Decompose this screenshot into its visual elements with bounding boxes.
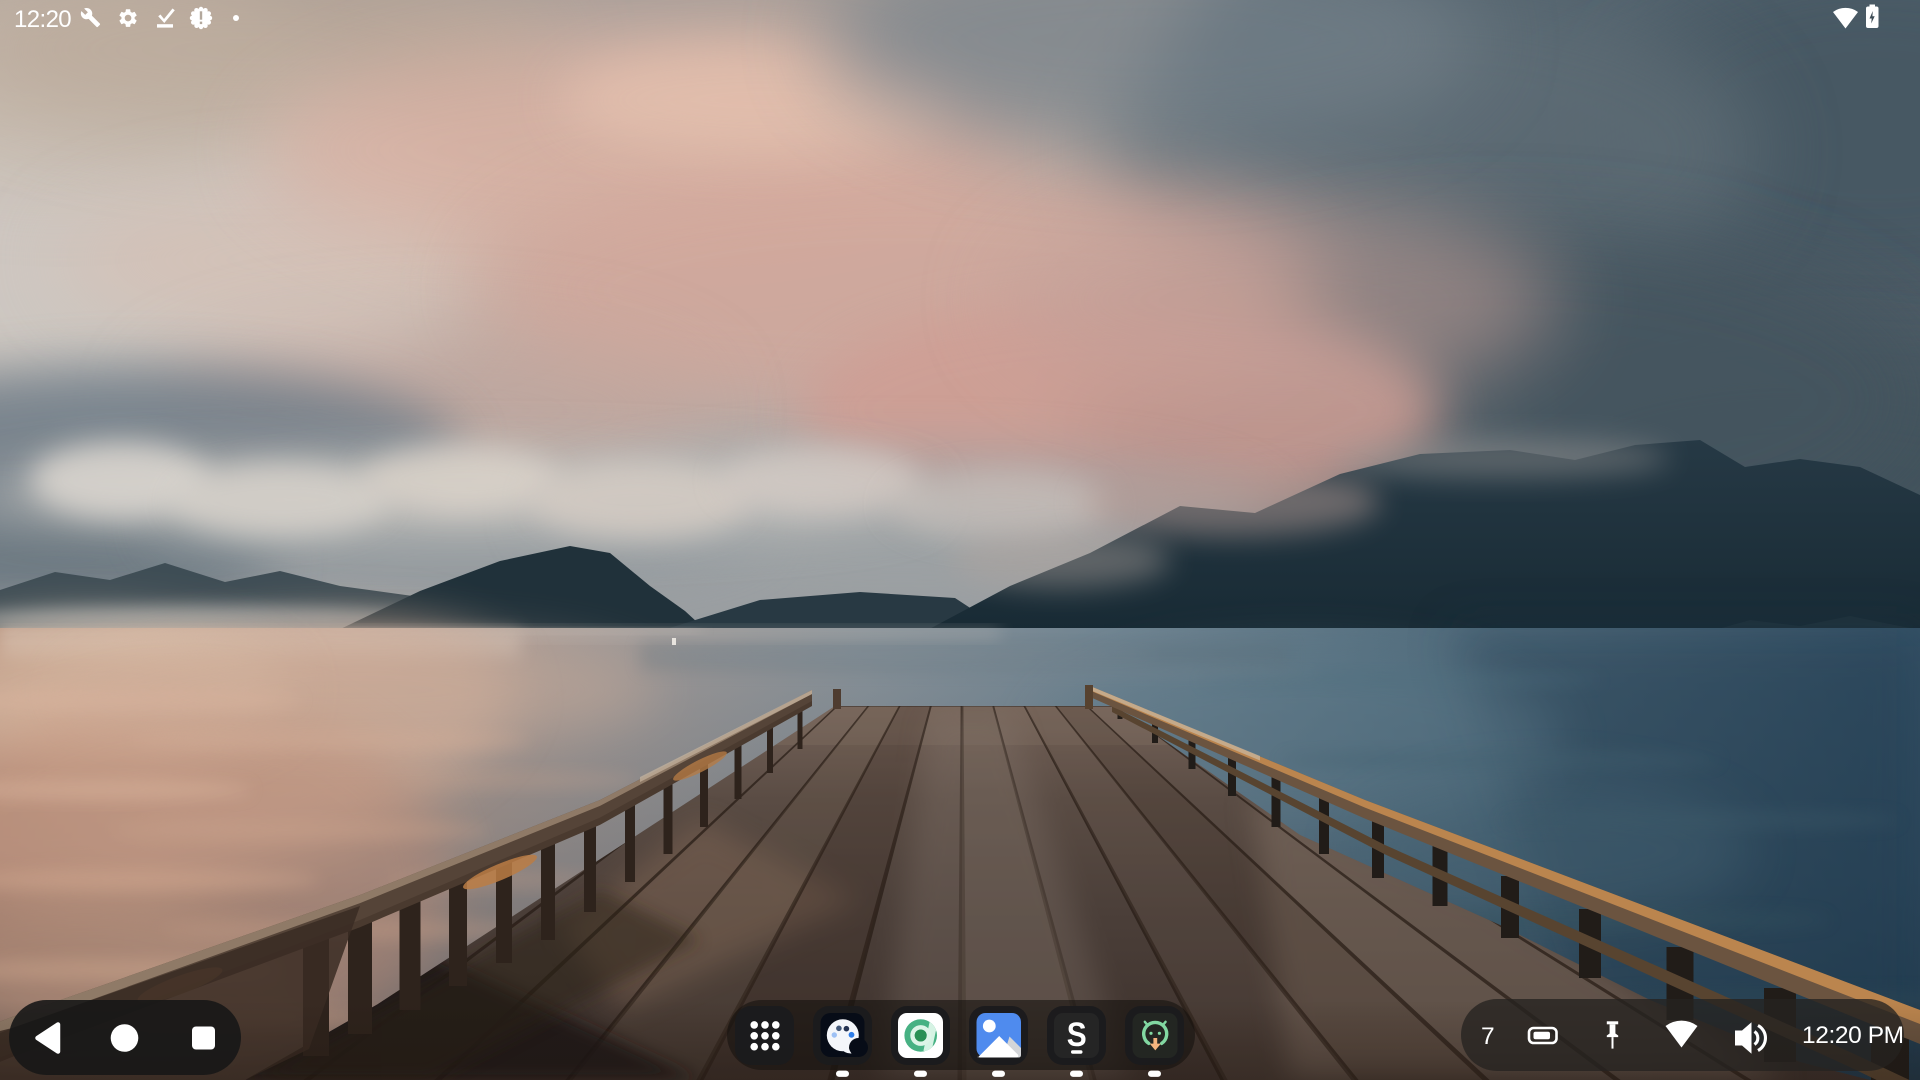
svg-text:12:20: 12:20: [14, 6, 71, 33]
svg-text:7: 7: [1481, 1023, 1495, 1050]
svg-text:S: S: [1067, 1015, 1087, 1053]
svg-text:12:20 PM: 12:20 PM: [1802, 1022, 1904, 1049]
